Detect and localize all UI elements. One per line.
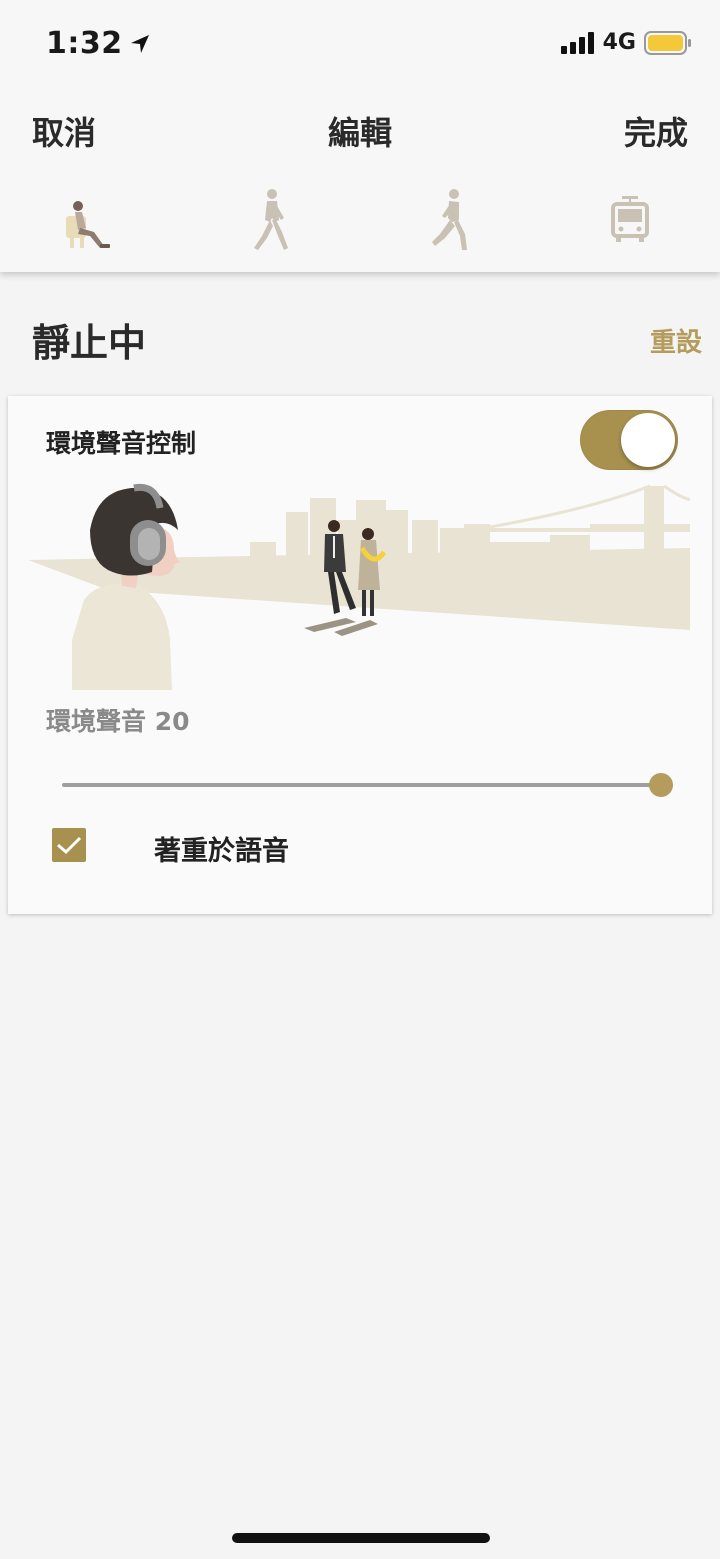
slider-thumb[interactable] — [649, 773, 673, 797]
page-title: 編輯 — [327, 114, 392, 152]
status-time-text: 1:32 — [46, 26, 123, 61]
sitting-person-icon — [66, 201, 110, 248]
checkmark-icon — [57, 836, 82, 855]
ambient-illustration — [28, 483, 690, 690]
ambient-control-label: 環境聲音控制 — [46, 429, 197, 458]
status-indicators: 4G — [560, 30, 692, 55]
tab-vehicle[interactable] — [600, 184, 660, 256]
status-time: 1:32 — [46, 26, 151, 61]
voice-focus-label: 著重於語音 — [154, 836, 289, 867]
tab-running[interactable] — [420, 184, 480, 256]
ambient-control-toggle[interactable] — [580, 410, 678, 470]
train-icon — [611, 196, 649, 242]
running-person-icon — [432, 189, 467, 250]
location-arrow-icon — [130, 34, 149, 53]
voice-focus-checkbox[interactable] — [52, 828, 86, 862]
signal-bars-icon — [560, 31, 594, 54]
battery-icon — [644, 30, 691, 55]
done-button[interactable]: 完成 — [624, 108, 688, 154]
toggle-knob — [621, 413, 675, 467]
ambient-level-label: 環境聲音 20 — [46, 707, 190, 736]
reset-button[interactable]: 重設 — [650, 322, 702, 359]
slider-track — [62, 783, 662, 787]
walking-person-icon — [254, 189, 288, 250]
tab-sitting[interactable] — [58, 184, 118, 256]
header: 1:32 4G 取消 編輯 完成 — [0, 0, 720, 272]
ambient-sound-card: 環境聲音控制 環境聲音 20 著重於語音 — [8, 396, 712, 914]
network-type: 4G — [602, 30, 636, 55]
ambient-level-slider[interactable] — [62, 768, 673, 802]
tab-walking[interactable] — [240, 184, 300, 256]
section-title: 靜止中 — [32, 321, 147, 365]
home-indicator[interactable] — [232, 1533, 490, 1543]
